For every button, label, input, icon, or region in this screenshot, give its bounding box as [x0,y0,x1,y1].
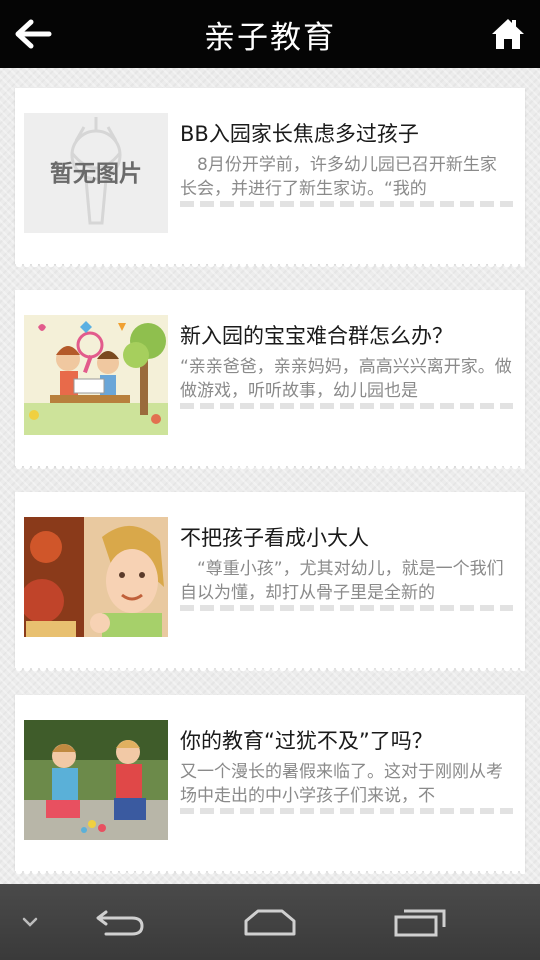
article-thumbnail-photo [24,720,168,840]
article-thumbnail-placeholder: 暂无图片 [24,113,168,233]
no-image-label: 暂无图片 [50,160,142,187]
system-navigation-bar [0,884,540,960]
article-card[interactable]: 你的教育“过犹不及”了吗？ 又一个漫长的暑假来临了。这对于刚刚从考场中走出的中小… [15,695,525,879]
back-icon [96,910,144,936]
summary-truncation [180,808,513,814]
article-summary: “尊重小孩”，尤其对幼儿，就是一个我们自以为懂，却打从骨子里是全新的 [180,559,504,603]
home-button[interactable] [488,14,528,54]
home-icon [492,19,524,49]
collapse-button[interactable] [10,884,50,960]
summary-truncation [180,201,513,207]
article-thumbnail-illustration [24,315,168,435]
page-title: 亲子教育 [204,19,336,56]
summary-truncation [180,605,513,611]
home-icon [244,909,296,936]
article-title: 不把孩子看成小大人 [180,526,369,550]
article-summary: 又一个漫长的暑假来临了。这对于刚刚从考场中走出的中小学孩子们来说，不 [180,762,503,806]
back-button[interactable] [10,14,56,54]
article-title: 新入园的宝宝难合群怎么办？ [180,324,453,348]
article-card[interactable]: 暂无图片 BB入园家长焦虑多过孩子 8月份开学前，许多幼儿园已召开新生家长会，并… [15,88,525,272]
article-list: 暂无图片 BB入园家长焦虑多过孩子 8月份开学前，许多幼儿园已召开新生家长会，并… [0,68,540,884]
collapse-chevron-icon [22,917,38,927]
article-summary: 8月份开学前，许多幼儿园已召开新生家长会，并进行了新生家访。“我的 [180,155,497,199]
back-arrow-icon [15,19,52,49]
article-card[interactable]: 新入园的宝宝难合群怎么办？ “亲亲爸爸，亲亲妈妈，高高兴兴离开家。做做游戏，听听… [15,290,525,474]
recent-apps-icon [394,909,446,937]
system-home-button[interactable] [235,884,305,960]
article-title: BB入园家长焦虑多过孩子 [180,122,419,146]
recent-apps-button[interactable] [385,884,455,960]
summary-truncation [180,403,513,409]
system-back-button[interactable] [85,884,155,960]
top-app-bar: 亲子教育 [0,0,540,68]
article-summary: “亲亲爸爸，亲亲妈妈，高高兴兴离开家。做做游戏，听听故事，幼儿园也是 [180,357,512,401]
article-card[interactable]: 不把孩子看成小大人 “尊重小孩”，尤其对幼儿，就是一个我们自以为懂，却打从骨子里… [15,492,525,676]
article-thumbnail-photo [24,517,168,637]
article-title: 你的教育“过犹不及”了吗？ [180,729,433,753]
